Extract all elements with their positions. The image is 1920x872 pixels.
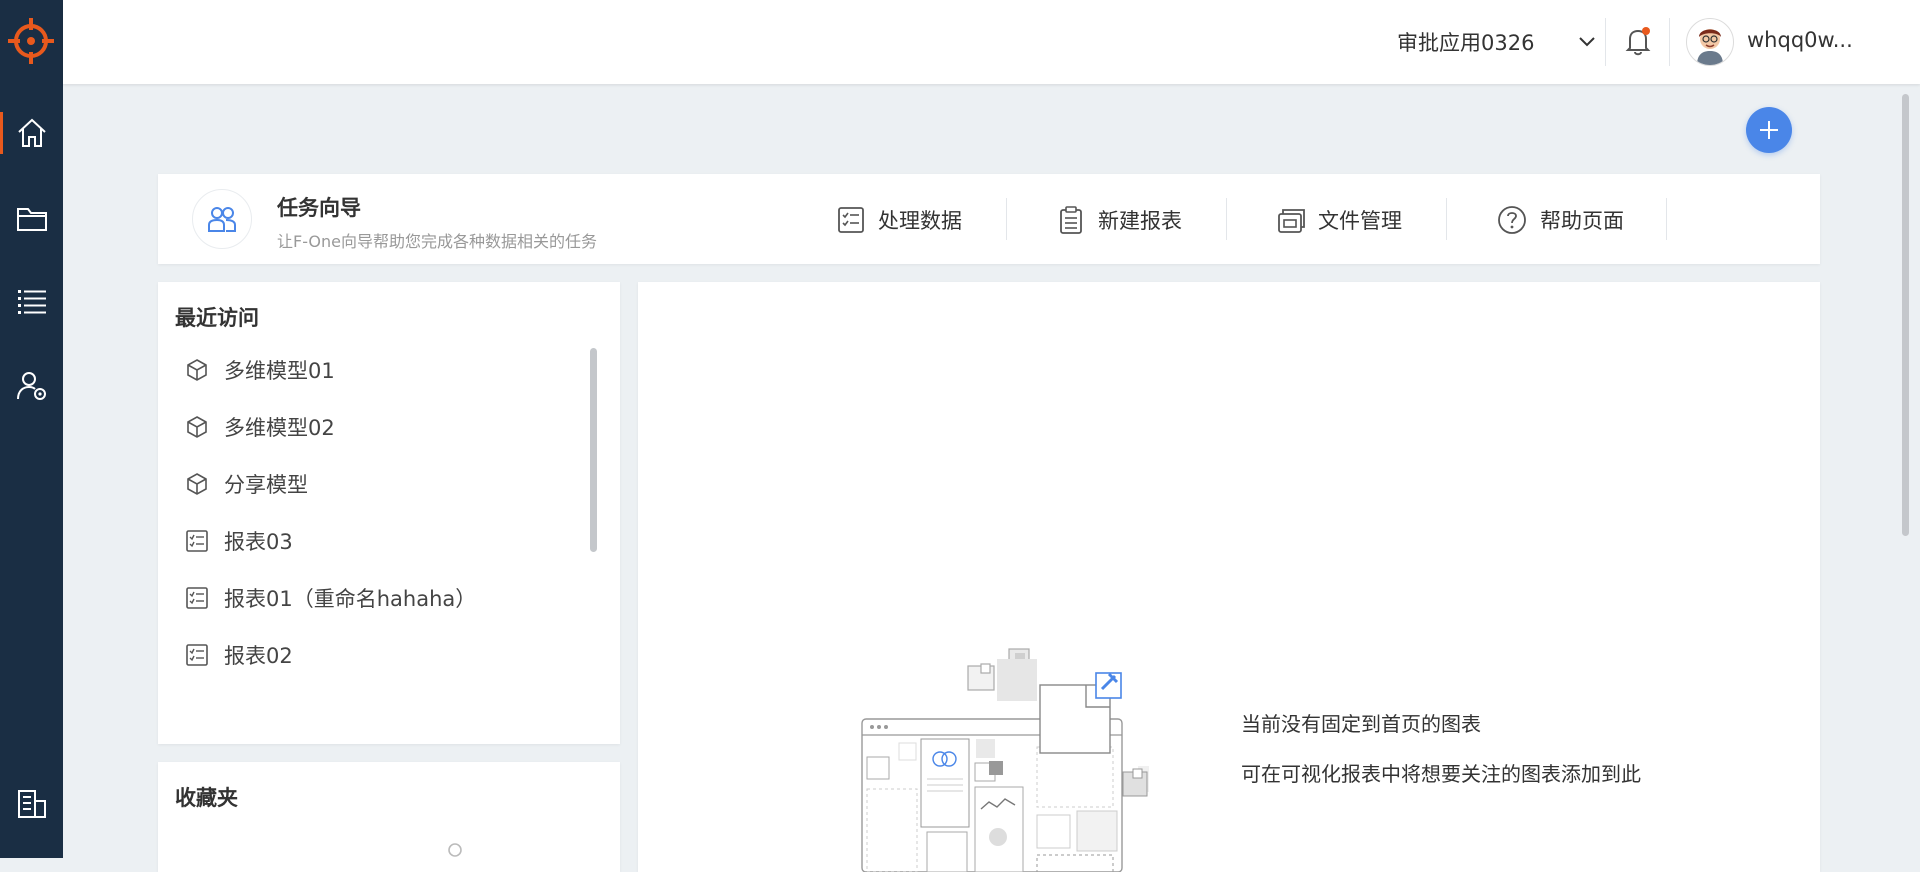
top-header: 审批应用0326 whqq0w...: [63, 0, 1920, 84]
help-icon: [1498, 206, 1526, 234]
list-item[interactable]: 报表01（重命名hahaha）: [184, 582, 476, 614]
file-management-label: 文件管理: [1318, 209, 1402, 233]
task-guide-subtitle: 让F-One向导帮助您完成各种数据相关的任务: [277, 232, 598, 251]
task-guide-title: 任务向导: [277, 196, 361, 220]
recent-visits-panel: 最近访问 多维模型01 多维模型02 分享模型 报表03 报表01（重命名hah…: [158, 282, 620, 744]
sidebar-item-home[interactable]: [0, 104, 63, 162]
username[interactable]: whqq0w...: [1747, 28, 1853, 52]
new-report-icon: [1060, 206, 1082, 234]
pinned-charts-panel: 当前没有固定到首页的图表 可在可视化报表中将想要关注的图表添加到此: [638, 282, 1820, 872]
app-selector[interactable]: 审批应用0326: [1397, 26, 1596, 58]
header-divider: [1605, 18, 1606, 66]
report-icon: [186, 644, 208, 666]
building-icon: [17, 790, 46, 818]
action-divider: [1006, 198, 1007, 240]
report-icon: [186, 587, 208, 609]
sidebar-item-list[interactable]: [0, 272, 63, 330]
list-item-label: 报表02: [224, 644, 293, 668]
action-divider: [1446, 198, 1447, 240]
logo-icon[interactable]: [6, 16, 56, 66]
help-page-button[interactable]: 帮助页面: [1496, 204, 1624, 236]
list-item-label: 报表01（重命名hahaha）: [224, 587, 477, 611]
action-divider: [1666, 198, 1667, 240]
favorites-panel: 收藏夹: [158, 762, 620, 872]
list-item[interactable]: 报表03: [184, 525, 293, 557]
sidebar-item-organization[interactable]: [0, 775, 63, 833]
app-name: 审批应用0326: [1397, 31, 1535, 55]
process-data-icon: [838, 207, 864, 233]
new-report-label: 新建报表: [1098, 209, 1182, 233]
empty-state-hint: 可在可视化报表中将想要关注的图表添加到此: [1241, 762, 1641, 786]
empty-state-title: 当前没有固定到首页的图表: [1241, 712, 1481, 736]
list-item[interactable]: 报表02: [184, 639, 293, 671]
avatar[interactable]: [1686, 18, 1734, 66]
task-guide-avatar: [192, 189, 252, 249]
users-icon: [208, 207, 236, 232]
add-button[interactable]: [1746, 107, 1792, 153]
help-page-label: 帮助页面: [1540, 209, 1624, 233]
recent-list-scrollbar[interactable]: [590, 348, 597, 552]
list-item-label: 报表03: [224, 530, 293, 554]
file-management-icon: [1278, 209, 1305, 233]
cube-icon: [187, 416, 207, 438]
file-management-button[interactable]: 文件管理: [1276, 204, 1402, 236]
list-item[interactable]: 多维模型01: [184, 354, 335, 386]
list-item-label: 分享模型: [224, 473, 308, 497]
list-icon: [17, 290, 46, 314]
cube-icon: [187, 473, 207, 495]
page-scrollbar-thumb[interactable]: [1902, 94, 1909, 536]
recent-visits-title: 最近访问: [175, 306, 259, 330]
bell-icon[interactable]: [1621, 24, 1655, 58]
left-sidebar: [0, 0, 63, 858]
sidebar-item-user-settings[interactable]: [0, 357, 63, 415]
avatar-face-icon: [1688, 20, 1732, 65]
task-guide-card: 任务向导 让F-One向导帮助您完成各种数据相关的任务 处理数据 新建报表 文件…: [158, 174, 1820, 264]
process-data-label: 处理数据: [878, 209, 962, 233]
user-settings-icon: [16, 372, 46, 400]
action-divider: [1226, 198, 1227, 240]
process-data-button[interactable]: 处理数据: [836, 204, 962, 236]
favorites-title: 收藏夹: [175, 786, 238, 810]
folder-icon: [16, 208, 47, 231]
plus-icon: [1760, 121, 1778, 139]
list-item-label: 多维模型01: [224, 359, 335, 383]
empty-state-illustration: [861, 648, 1149, 872]
loading-spinner-icon: [448, 843, 462, 857]
list-item[interactable]: 多维模型02: [184, 411, 335, 443]
new-report-button[interactable]: 新建报表: [1056, 204, 1182, 236]
list-item-label: 多维模型02: [224, 416, 335, 440]
sidebar-item-files[interactable]: [0, 189, 63, 247]
chevron-down-icon: [1579, 37, 1596, 47]
cube-icon: [187, 359, 207, 381]
list-item[interactable]: 分享模型: [184, 468, 308, 500]
home-icon: [17, 118, 46, 147]
report-icon: [186, 530, 208, 552]
header-divider: [1669, 18, 1670, 66]
